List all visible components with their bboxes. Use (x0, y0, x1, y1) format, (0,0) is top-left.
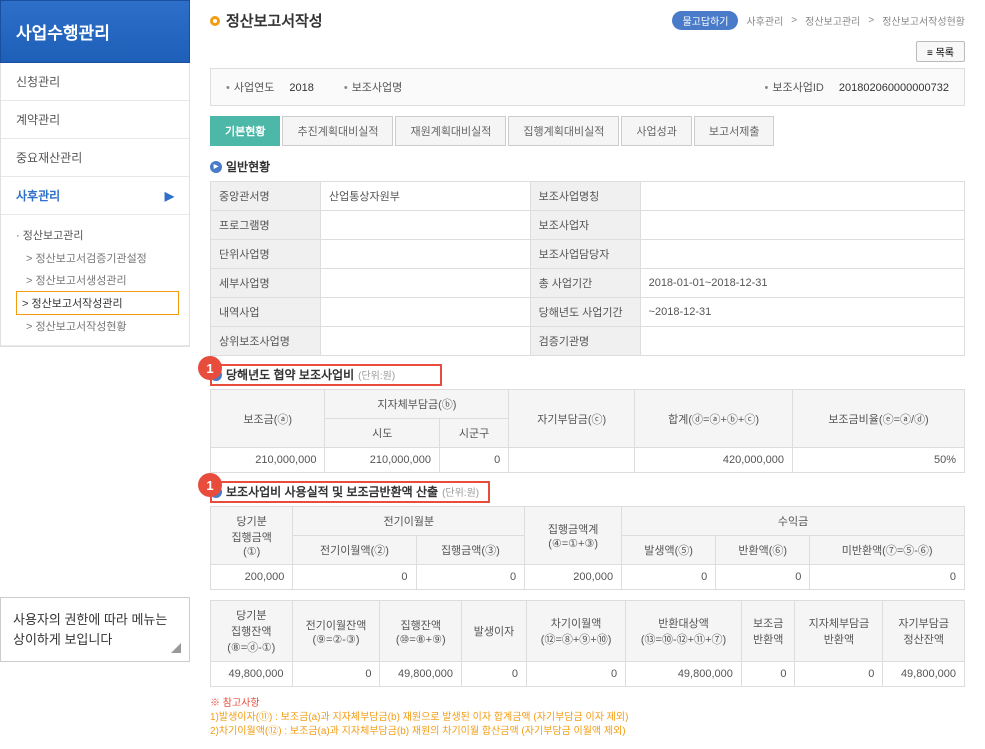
tab-submit[interactable]: 보고서제출 (694, 116, 775, 146)
sidebar-item-apply[interactable]: 신청관리 (1, 63, 189, 101)
sidebar-sub-title: · 정산보고관리 (16, 223, 189, 247)
sidebar-sub-item-create[interactable]: > 정산보고서생성관리 (16, 269, 189, 291)
badge-1b: 1 (198, 473, 222, 497)
section1-title: 일반현황 (210, 158, 965, 175)
info-bar: •사업연도2018 •보조사업명 •보조사업ID2018020600000007… (210, 68, 965, 106)
section2-title: 당해년도 협약 보조사업비 (단위:원) (210, 366, 965, 383)
budget-table: 보조금(ⓐ) 지자체부담금(ⓑ) 자기부담금(ⓒ) 합계(ⓓ=ⓐ+ⓑ+ⓒ) 보조… (210, 389, 965, 473)
chevron-right-icon: ▶ (165, 189, 174, 203)
tab-exec[interactable]: 집행계획대비실적 (508, 116, 619, 146)
usage-table-2: 당기분 집행잔액 (⑧=ⓓ-①) 전기이월잔액 (⑨=②-③) 집행잔액 (⑩=… (210, 600, 965, 687)
breadcrumb: 물고답하기 사후관리 > 정산보고관리 > 정산보고서작성현황 (672, 11, 965, 30)
badge-1a: 1 (198, 356, 222, 380)
general-table: 중앙관서명산업통상자원부보조사업명칭 프로그램명 보조사업자 단위사업명 보조사… (210, 181, 965, 356)
sidebar-title: 사업수행관리 (0, 0, 190, 63)
footnote: ※ 참고사항 1)발생이자(⑪) : 보조금(a)과 지자체부담금(b) 재원으… (210, 697, 965, 739)
sidebar-note: 사용자의 권한에 따라 메뉴는 상이하게 보입니다 (0, 597, 190, 662)
usage-table-1: 당기분 집행금액 (①) 전기이월분 집행금액계 (④=①+③) 수익금 전기이… (210, 506, 965, 590)
bizid-label: 보조사업ID (772, 82, 823, 94)
sidebar-item-post[interactable]: 사후관리 ▶ (1, 177, 189, 215)
bullet-blue-icon (210, 161, 222, 173)
sidebar-sub-item-verify[interactable]: > 정산보고서검증기관설정 (16, 247, 189, 269)
sidebar-item-contract[interactable]: 계약관리 (1, 101, 189, 139)
tab-plan[interactable]: 추진계획대비실적 (282, 116, 393, 146)
sidebar-item-label: 사후관리 (16, 187, 60, 204)
sidebar-sub-item-status[interactable]: > 정산보고서작성현황 (16, 315, 189, 337)
tab-result[interactable]: 사업성과 (621, 116, 691, 146)
section3-title: 보조사업비 사용실적 및 보조금반환액 산출 (단위:원) (210, 483, 965, 500)
sidebar-sub-item-write[interactable]: > 정산보고서작성관리 (16, 291, 179, 315)
year-label: 사업연도 (234, 82, 274, 94)
bizid-value: 201802060000000732 (839, 82, 949, 94)
sidebar-item-asset[interactable]: 중요재산관리 (1, 139, 189, 177)
page-title: 정산보고서작성 (210, 10, 323, 31)
tab-resource[interactable]: 재원계획대비실적 (395, 116, 506, 146)
bullet-icon (210, 16, 220, 26)
bizname-label: 보조사업명 (352, 82, 403, 94)
help-button[interactable]: 물고답하기 (672, 11, 738, 30)
tabs: 기본현황 추진계획대비실적 재원계획대비실적 집행계획대비실적 사업성과 보고서… (210, 116, 965, 146)
tab-basic[interactable]: 기본현황 (210, 116, 280, 146)
year-value: 2018 (289, 82, 313, 94)
list-button[interactable]: 목록 (916, 41, 965, 62)
